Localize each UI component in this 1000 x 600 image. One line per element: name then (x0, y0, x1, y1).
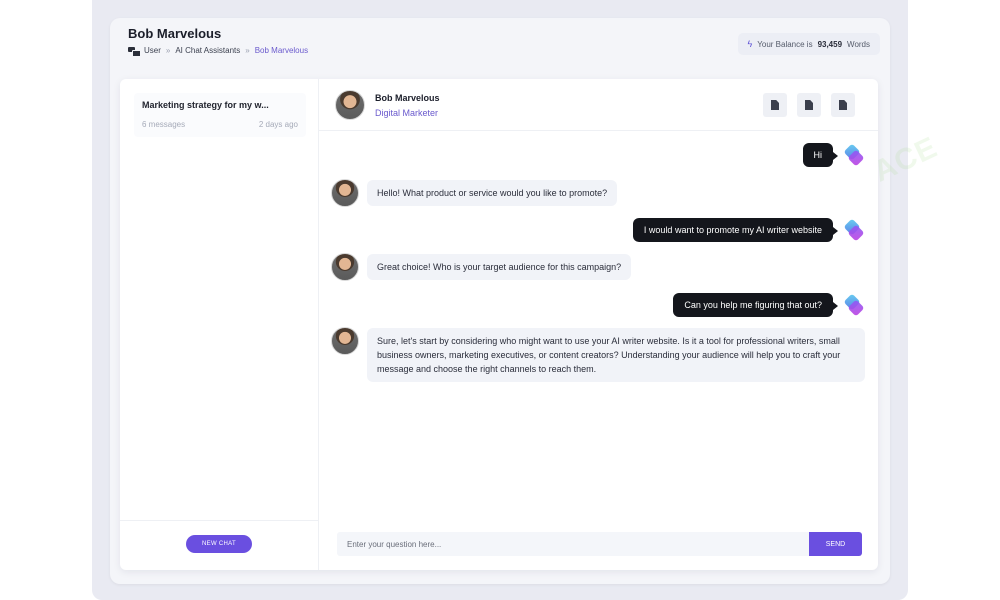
assistant-name: Bob Marvelous (375, 93, 440, 103)
user-message: Can you help me figuring that out? (673, 293, 865, 317)
document-button[interactable] (797, 93, 821, 117)
sidebar-footer: NEW CHAT (120, 520, 319, 570)
document-icon (805, 100, 813, 110)
lightning-icon: ϟ (747, 39, 753, 49)
document-button[interactable] (831, 93, 855, 117)
page-title: Bob Marvelous (128, 26, 222, 41)
user-logo-icon (843, 143, 865, 167)
user-bubble: Can you help me figuring that out? (673, 293, 838, 317)
assistant-avatar (331, 327, 359, 355)
assistant-message: Great choice! Who is your target audienc… (331, 253, 632, 281)
balance-badge: ϟ Your Balance is 93,459 Words (737, 33, 880, 55)
chat-card: Marketing strategy for my w... 6 message… (120, 79, 878, 570)
new-chat-button[interactable]: NEW CHAT (186, 535, 252, 553)
conversation-sidebar: Marketing strategy for my w... 6 message… (120, 79, 319, 570)
conversation-message-count: 6 messages (142, 120, 186, 129)
question-input[interactable] (337, 532, 809, 556)
user-logo-icon (843, 218, 865, 242)
breadcrumb-current: Bob Marvelous (254, 46, 309, 55)
assistant-avatar (331, 179, 359, 207)
assistant-avatar (335, 90, 365, 120)
conversation-meta: 6 messages 2 days ago (142, 120, 298, 129)
assistant-avatar (331, 253, 359, 281)
breadcrumb-separator: » (245, 46, 250, 55)
assistant-role: Digital Marketer (375, 108, 439, 118)
conversation-time: 2 days ago (258, 120, 298, 129)
assistant-message: Hello! What product or service would you… (331, 179, 618, 207)
user-logo-icon (843, 293, 865, 317)
balance-prefix: Your Balance is (757, 39, 813, 49)
conversation-item[interactable]: Marketing strategy for my w... 6 message… (134, 93, 306, 137)
chat-header: Bob Marvelous Digital Marketer (319, 79, 878, 131)
send-button[interactable]: SEND (809, 532, 862, 556)
user-bubble: Hi (802, 143, 838, 167)
message-list: Hi Hello! What product or service would … (319, 131, 878, 521)
chat-panel: Bob Marvelous Digital Marketer Hi Hello!… (319, 79, 878, 570)
document-icon (839, 100, 847, 110)
app-background: AI TALENT SPACE AI TALENT SPACE AI TALEN… (92, 0, 943, 600)
user-bubble: I would want to promote my AI writer web… (632, 218, 839, 242)
user-message: Hi (802, 143, 865, 167)
balance-unit: Words (847, 39, 870, 49)
assistant-bubble: Hello! What product or service would you… (367, 180, 618, 206)
balance-value: 93,459 (817, 39, 843, 49)
chat-bubbles-icon (128, 46, 141, 57)
assistant-bubble: Great choice! Who is your target audienc… (367, 254, 632, 280)
document-button[interactable] (763, 93, 787, 117)
assistant-bubble: Sure, let's start by considering who mig… (367, 328, 865, 382)
breadcrumb-separator: » (165, 46, 171, 55)
breadcrumb-ai-chat-assistants[interactable]: AI Chat Assistants (175, 46, 240, 55)
document-icon (771, 100, 779, 110)
breadcrumb: User » AI Chat Assistants » Bob Marvelou… (128, 46, 309, 57)
breadcrumb-user[interactable]: User (144, 46, 161, 55)
conversation-title: Marketing strategy for my w... (142, 100, 269, 110)
page-container: AI TALENT SPACE AI TALENT SPACE AI TALEN… (110, 18, 943, 584)
message-composer: SEND (337, 532, 862, 556)
assistant-message: Sure, let's start by considering who mig… (331, 327, 865, 382)
user-message: I would want to promote my AI writer web… (632, 218, 865, 242)
